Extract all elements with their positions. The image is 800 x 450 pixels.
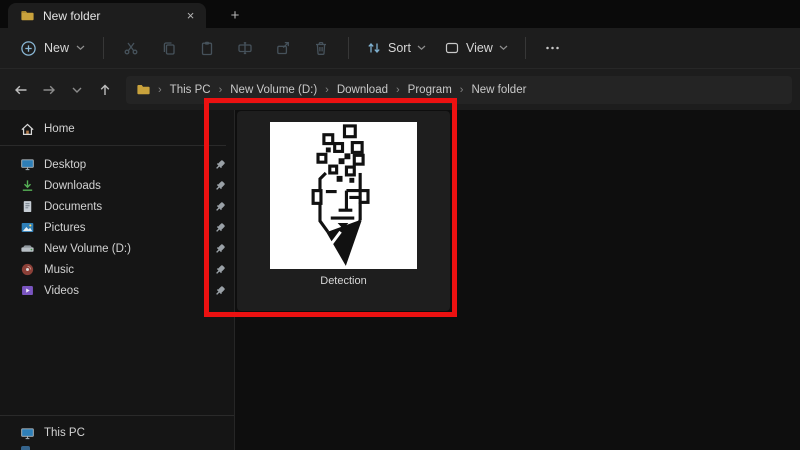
forward-icon[interactable] <box>36 77 62 103</box>
breadcrumb-program[interactable]: Program <box>403 82 457 98</box>
sidebar: Home Desktop Downloads Documents Picture… <box>0 110 235 450</box>
pin-icon <box>214 222 226 234</box>
breadcrumb-separator: › <box>459 83 464 96</box>
chevron-down-icon <box>499 45 508 51</box>
detection-face-art-icon <box>270 122 417 269</box>
more-options-button[interactable] <box>534 33 572 63</box>
sidebar-item-this-pc[interactable]: This PC <box>0 420 234 446</box>
plus-circle-icon <box>20 40 37 57</box>
chevron-down-icon <box>76 45 85 51</box>
pictures-icon <box>20 220 35 235</box>
sidebar-item-videos[interactable]: Videos <box>0 280 234 301</box>
sidebar-item-new-volume-d[interactable]: New Volume (D:) <box>0 238 234 259</box>
sidebar-item-music[interactable]: Music <box>0 259 234 280</box>
home-icon <box>20 122 35 137</box>
sidebar-item-label: New Volume (D:) <box>44 242 131 255</box>
desktop-icon <box>20 157 35 172</box>
tab-bar: New folder × + <box>0 0 800 28</box>
sidebar-item-label: Downloads <box>44 179 101 192</box>
pin-icon <box>214 243 226 255</box>
videos-icon <box>20 283 35 298</box>
sidebar-item-label: Pictures <box>44 221 86 234</box>
command-bar: New Sort View <box>0 28 800 68</box>
rename-button[interactable] <box>226 33 264 63</box>
view-button-label: View <box>465 41 493 55</box>
sidebar-item-desktop[interactable]: Desktop <box>0 154 234 175</box>
pin-icon <box>214 180 226 192</box>
pin-icon <box>214 201 226 213</box>
sort-button-label: Sort <box>388 41 411 55</box>
folder-icon <box>136 82 151 97</box>
sidebar-item-documents[interactable]: Documents <box>0 196 234 217</box>
sidebar-item-label: Videos <box>44 284 79 297</box>
new-button[interactable]: New <box>10 35 95 62</box>
monitor-icon <box>20 426 35 441</box>
sort-arrows-icon <box>366 40 382 56</box>
sidebar-item-label: Documents <box>44 200 103 213</box>
sidebar-item-label: Music <box>44 263 75 276</box>
tab-close-icon[interactable]: × <box>181 6 200 25</box>
window-body: Home Desktop Downloads Documents Picture… <box>0 110 800 450</box>
pin-icon <box>214 285 226 297</box>
drive-icon <box>20 241 35 256</box>
file-item-detection[interactable]: Detection <box>237 111 450 311</box>
toolbar-divider <box>348 37 350 59</box>
downloads-icon <box>20 178 35 193</box>
sidebar-item-downloads[interactable]: Downloads <box>0 175 234 196</box>
sidebar-item-label: Desktop <box>44 158 87 171</box>
pin-icon <box>214 264 226 276</box>
view-square-icon <box>444 40 460 56</box>
sidebar-item-pictures[interactable]: Pictures <box>0 217 234 238</box>
sidebar-separator <box>0 145 226 146</box>
new-button-label: New <box>44 41 70 55</box>
breadcrumb-separator: › <box>218 83 223 96</box>
new-tab-button[interactable]: + <box>220 3 250 28</box>
tab-title: New folder <box>43 8 101 23</box>
breadcrumb-separator: › <box>158 83 162 96</box>
breadcrumb-new-folder[interactable]: New folder <box>466 82 531 98</box>
folder-icon <box>20 8 35 23</box>
breadcrumb-this-pc[interactable]: This PC <box>165 82 216 98</box>
breadcrumb-separator: › <box>325 83 329 96</box>
navigation-bar: › This PC › New Volume (D:) › Download ›… <box>0 68 800 110</box>
share-button[interactable] <box>264 33 302 63</box>
cut-button[interactable] <box>112 33 150 63</box>
sidebar-item-label: This PC <box>44 427 85 439</box>
sidebar-separator <box>0 415 234 416</box>
breadcrumb-new-volume-d[interactable]: New Volume (D:) <box>225 82 322 98</box>
pin-icon <box>214 159 226 171</box>
paste-button[interactable] <box>188 33 226 63</box>
clipped-sidebar-item <box>0 446 234 450</box>
chevron-down-icon <box>417 45 426 51</box>
documents-icon <box>20 199 35 214</box>
sidebar-item-label: Home <box>44 123 75 135</box>
toolbar-divider <box>524 37 526 59</box>
toolbar-divider <box>103 37 105 59</box>
sort-button[interactable]: Sort <box>357 35 435 61</box>
clipped-item-icon <box>21 446 30 450</box>
view-button[interactable]: View <box>435 35 517 61</box>
copy-button[interactable] <box>150 33 188 63</box>
sidebar-item-home[interactable]: Home <box>0 118 234 140</box>
recent-locations-chevron-icon[interactable] <box>64 77 90 103</box>
back-icon[interactable] <box>8 77 34 103</box>
address-bar[interactable]: › This PC › New Volume (D:) › Download ›… <box>126 75 792 104</box>
explorer-tab[interactable]: New folder × <box>8 3 206 28</box>
file-explorer-window: New folder × + New Sort View › This PC ›… <box>0 0 800 450</box>
music-icon <box>20 262 35 277</box>
file-name-label: Detection <box>320 275 367 287</box>
up-icon[interactable] <box>92 77 118 103</box>
folder-content-area[interactable]: Detection <box>235 110 800 450</box>
breadcrumb-download[interactable]: Download <box>332 82 393 98</box>
breadcrumb-separator: › <box>396 83 400 96</box>
delete-button[interactable] <box>302 33 340 63</box>
